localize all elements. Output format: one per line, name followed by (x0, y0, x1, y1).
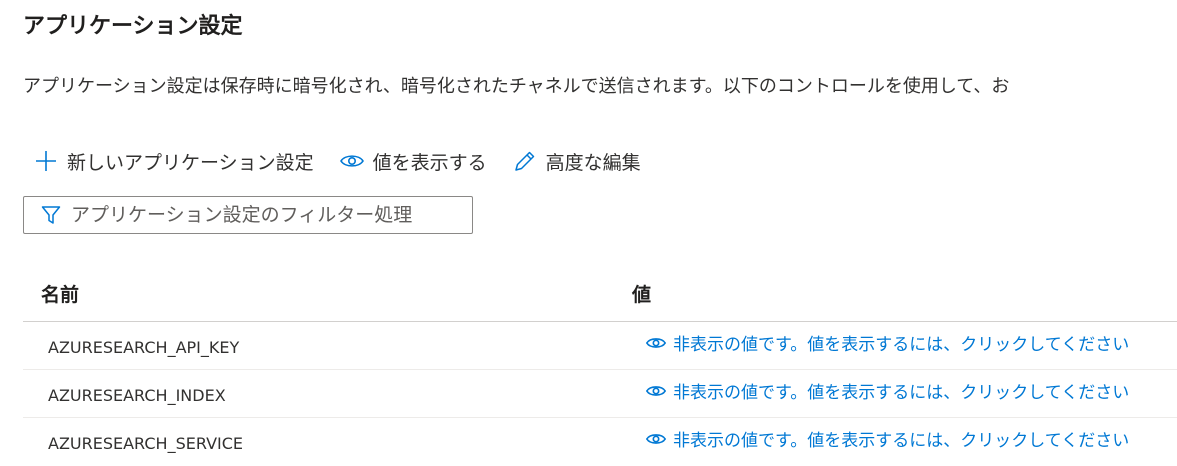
filter-input[interactable] (71, 204, 471, 226)
advanced-edit-button[interactable]: 高度な編集 (513, 148, 641, 175)
eye-icon (645, 332, 667, 354)
table-header: 名前 値 (23, 270, 1177, 322)
table-row: AZURESEARCH_SERVICE 非表示の値です。値を表示するには、クリッ… (23, 418, 1177, 466)
app-settings-page: アプリケーション設定 アプリケーション設定は保存時に暗号化され、暗号化されたチャ… (0, 0, 1177, 466)
hidden-value-link[interactable]: 非表示の値です。値を表示するには、クリックしてください (645, 330, 1129, 355)
eye-icon (339, 149, 364, 173)
column-header-name[interactable]: 名前 (41, 280, 79, 307)
new-app-setting-label: 新しいアプリケーション設定 (67, 151, 314, 174)
hidden-value-link[interactable]: 非表示の値です。値を表示するには、クリックしてください (645, 426, 1129, 451)
add-icon (34, 149, 58, 173)
advanced-edit-label: 高度な編集 (545, 151, 641, 174)
toolbar: 新しいアプリケーション設定 値を表示する 高度な編集 (34, 145, 641, 177)
eye-icon (645, 428, 667, 450)
setting-name: AZURESEARCH_INDEX (48, 386, 226, 405)
section-description: アプリケーション設定は保存時に暗号化され、暗号化されたチャネルで送信されます。以… (23, 76, 1010, 97)
hidden-value-text: 非表示の値です。値を表示するには、クリックしてください (673, 383, 1130, 403)
section-title: アプリケーション設定 (23, 14, 243, 39)
show-values-button[interactable]: 値を表示する (339, 148, 487, 175)
table-row: AZURESEARCH_INDEX 非表示の値です。値を表示するには、クリックし… (23, 370, 1177, 418)
filter-box[interactable] (23, 196, 473, 234)
eye-icon (645, 380, 667, 402)
app-settings-table: 名前 値 AZURESEARCH_API_KEY 非表示の値です。値を表示するに… (23, 270, 1177, 466)
table-row: AZURESEARCH_API_KEY 非表示の値です。値を表示するには、クリッ… (23, 322, 1177, 370)
show-values-label: 値を表示する (372, 151, 487, 174)
column-header-value[interactable]: 値 (632, 280, 651, 307)
hidden-value-text: 非表示の値です。値を表示するには、クリックしてください (673, 431, 1130, 451)
hidden-value-text: 非表示の値です。値を表示するには、クリックしてください (673, 335, 1130, 355)
pencil-icon (513, 149, 537, 173)
setting-name: AZURESEARCH_SERVICE (48, 434, 244, 453)
filter-icon (40, 204, 62, 226)
new-app-setting-button[interactable]: 新しいアプリケーション設定 (34, 148, 314, 175)
hidden-value-link[interactable]: 非表示の値です。値を表示するには、クリックしてください (645, 378, 1129, 403)
setting-name: AZURESEARCH_API_KEY (48, 338, 240, 357)
